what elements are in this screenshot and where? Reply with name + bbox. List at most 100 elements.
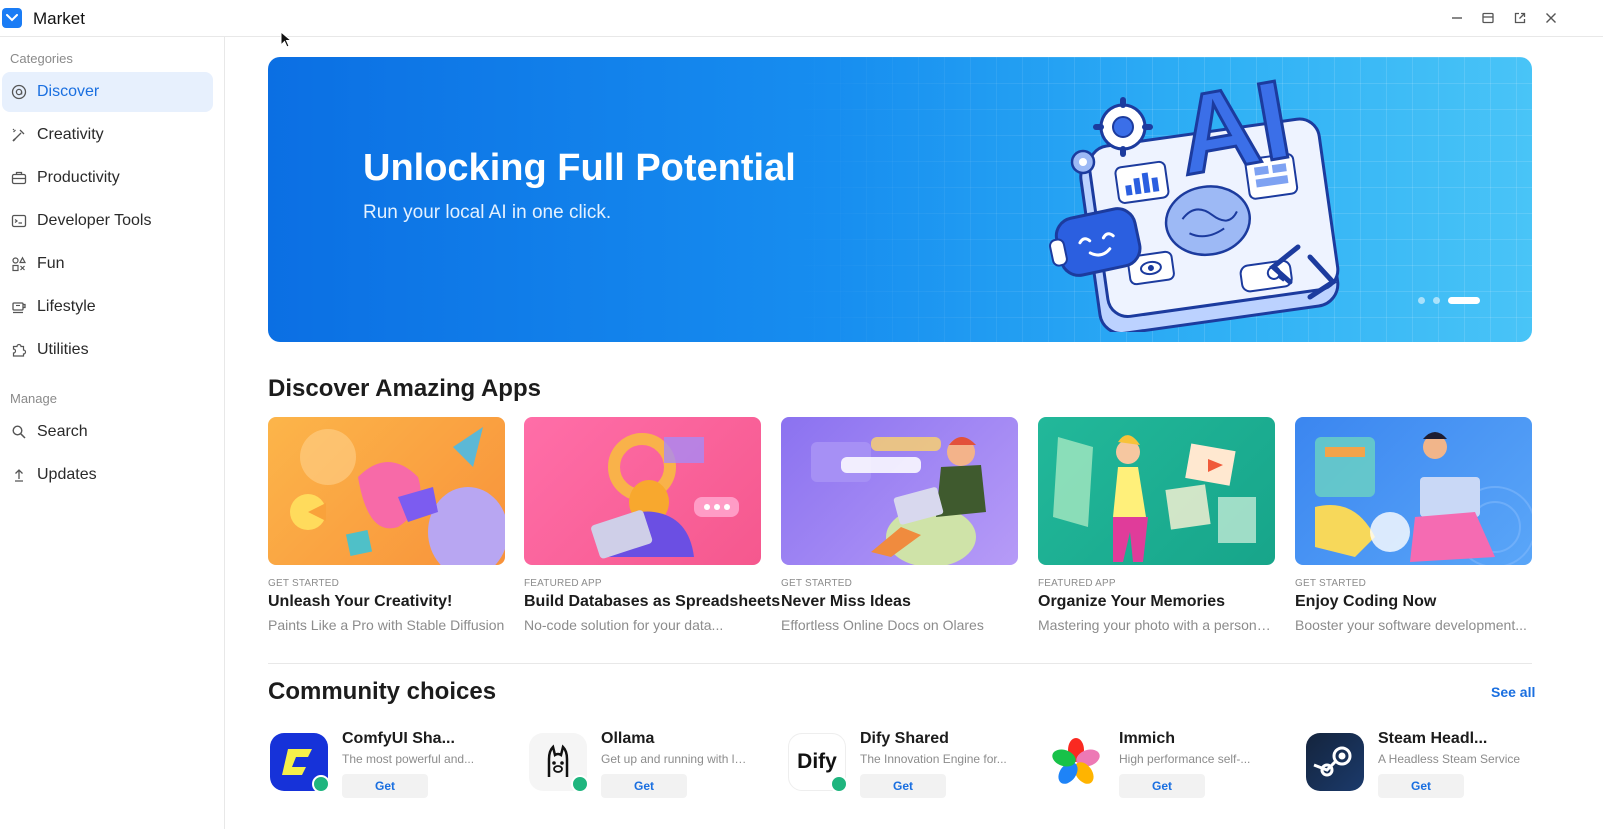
card-description: Mastering your photo with a personal... [1038, 617, 1275, 633]
app-item-comfyui[interactable]: ComfyUI Sha... The most powerful and... … [268, 730, 508, 800]
shared-badge-icon [312, 775, 330, 793]
sidebar-item-updates[interactable]: Updates [2, 455, 213, 495]
card-description: Booster your software development... [1295, 617, 1527, 633]
carousel-dot[interactable] [1433, 297, 1440, 304]
card-thumbnail [268, 417, 505, 565]
immich-logo-icon [1047, 733, 1105, 791]
app-item-steam-headless[interactable]: Steam Headl... A Headless Steam Service … [1304, 730, 1544, 800]
shapes-icon [12, 256, 26, 272]
carousel-dot-active[interactable] [1448, 297, 1480, 304]
discover-heading: Discover Amazing Apps [268, 375, 541, 402]
sidebar-item-label: Utilities [37, 341, 89, 358]
app-description: The most powerful and... [342, 752, 475, 766]
card-description: Effortless Online Docs on Olares [781, 617, 984, 633]
sidebar-item-label: Search [37, 423, 88, 440]
carousel-dots[interactable] [1418, 297, 1480, 304]
app-name: Dify Shared [860, 730, 949, 747]
banner-subtitle: Run your local AI in one click. [363, 202, 612, 223]
sidebar-item-utilities[interactable]: Utilities [2, 330, 213, 370]
community-heading: Community choices [268, 678, 497, 705]
discover-card[interactable]: FEATURED APP Build Databases as Spreadsh… [524, 417, 781, 633]
search-icon [12, 425, 26, 439]
get-button[interactable]: Get [860, 774, 946, 798]
hero-banner[interactable]: Unlocking Full Potential Run your local … [268, 57, 1532, 342]
card-tag: GET STARTED [1295, 578, 1367, 589]
app-name: Ollama [601, 730, 655, 747]
window-title: Market [33, 9, 85, 28]
card-title: Never Miss Ideas [781, 593, 911, 610]
app-description: High performance self-... [1119, 752, 1251, 766]
get-button[interactable]: Get [1119, 774, 1205, 798]
title-bar: Market [0, 0, 1603, 37]
close-icon[interactable] [1541, 8, 1561, 28]
banner-ai-text: AI [1167, 72, 1299, 199]
sidebar-item-label: Fun [37, 255, 65, 272]
cup-icon [12, 302, 26, 314]
carousel-dot[interactable] [1418, 297, 1425, 304]
card-description: No-code solution for your data... [524, 617, 724, 633]
get-button[interactable]: Get [342, 774, 428, 798]
app-item-immich[interactable]: Immich High performance self-... Get [1045, 730, 1285, 800]
discover-icon [11, 84, 27, 100]
app-description: Get up and running with lar... [601, 752, 751, 766]
see-all-link[interactable]: See all [1491, 684, 1535, 700]
sidebar-item-label: Creativity [37, 126, 104, 143]
briefcase-icon [11, 171, 27, 185]
ai-illustration: AI [1049, 72, 1340, 332]
sidebar-item-search[interactable]: Search [2, 412, 213, 452]
app-name: ComfyUI Sha... [342, 730, 455, 747]
section-divider [268, 663, 1532, 664]
terminal-icon [11, 214, 27, 228]
card-title: Unleash Your Creativity! [268, 593, 453, 610]
app-description: The Innovation Engine for... [860, 752, 1007, 766]
dify-logo-text: Dify [797, 750, 837, 773]
categories-label: Categories [10, 51, 73, 66]
sidebar-item-productivity[interactable]: Productivity [2, 158, 213, 198]
card-tag: GET STARTED [781, 578, 853, 589]
banner-title: Unlocking Full Potential [363, 147, 796, 189]
sidebar-item-creativity[interactable]: Creativity [2, 115, 213, 155]
sidebar-item-label: Productivity [37, 169, 120, 186]
card-title: Enjoy Coding Now [1295, 593, 1437, 610]
discover-card[interactable]: GET STARTED Unleash Your Creativity! Pai… [268, 417, 505, 633]
get-button[interactable]: Get [601, 774, 687, 798]
sidebar-item-label: Developer Tools [37, 212, 152, 229]
card-tag: GET STARTED [268, 578, 340, 589]
sidebar-item-label: Discover [37, 83, 100, 100]
app-item-dify[interactable]: Dify Dify Shared The Innovation Engine f… [786, 730, 1026, 800]
app-name: Steam Headl... [1378, 730, 1488, 747]
card-thumbnail [524, 417, 761, 565]
steam-logo-icon [1306, 733, 1364, 791]
sidebar-item-label: Updates [37, 466, 97, 483]
sidebar: Categories Discover Creativity Productiv… [0, 37, 225, 829]
discover-card[interactable]: GET STARTED Enjoy Coding Now Booster you… [1295, 417, 1532, 633]
upload-icon [15, 469, 23, 482]
shared-badge-icon [571, 775, 589, 793]
get-button[interactable]: Get [1378, 774, 1464, 798]
mouse-cursor-icon [280, 31, 292, 48]
sidebar-item-developer-tools[interactable]: Developer Tools [2, 201, 213, 241]
app-name: Immich [1119, 730, 1176, 747]
minimize-icon[interactable] [1447, 8, 1467, 28]
sidebar-item-discover[interactable]: Discover [2, 72, 213, 112]
card-title: Organize Your Memories [1038, 593, 1226, 610]
puzzle-icon [12, 343, 27, 357]
card-thumbnail [781, 417, 1018, 565]
card-description: Paints Like a Pro with Stable Diffusion [268, 617, 505, 633]
card-title: Build Databases as Spreadsheets [524, 593, 781, 610]
sidebar-item-fun[interactable]: Fun [2, 244, 213, 284]
app-item-ollama[interactable]: Ollama Get up and running with lar... Ge… [527, 730, 767, 800]
open-external-icon[interactable] [1510, 8, 1530, 28]
sidebar-item-label: Lifestyle [37, 298, 96, 315]
discover-card[interactable]: GET STARTED Never Miss Ideas Effortless … [781, 417, 1018, 633]
discover-card[interactable]: FEATURED APP Organize Your Memories Mast… [1038, 417, 1275, 633]
card-tag: FEATURED APP [1038, 578, 1116, 589]
card-thumbnail [1295, 417, 1532, 565]
sidebar-item-lifestyle[interactable]: Lifestyle [2, 287, 213, 327]
market-logo-icon [2, 8, 22, 28]
manage-label: Manage [10, 391, 57, 406]
card-thumbnail [1038, 417, 1275, 565]
dock-icon[interactable] [1478, 8, 1498, 28]
brush-icon [12, 128, 25, 142]
shared-badge-icon [830, 775, 848, 793]
